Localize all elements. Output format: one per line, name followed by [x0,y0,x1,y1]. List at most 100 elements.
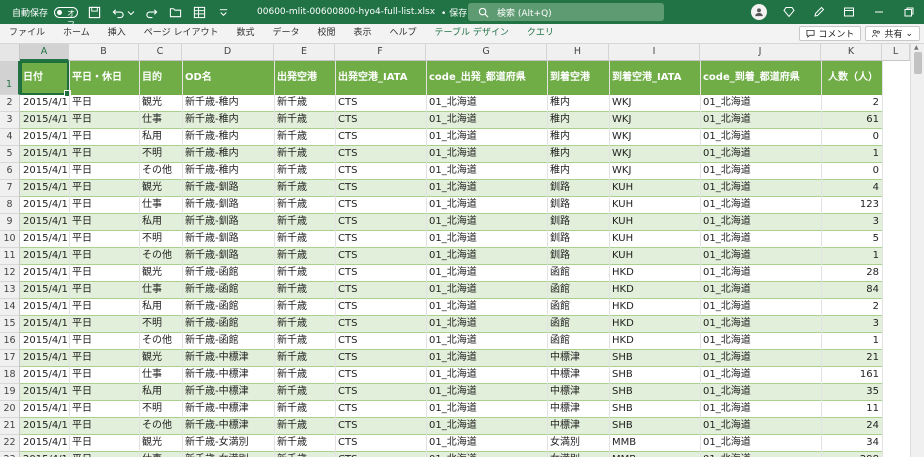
column-header-l[interactable]: L [882,44,910,61]
cell-date[interactable]: 2015/4/1 [20,435,69,452]
cell-arr-iata[interactable]: KUH [609,214,700,231]
cell-purpose[interactable]: その他 [139,333,182,350]
row-header-5[interactable]: 5 [0,146,20,163]
cell-od-name[interactable]: 新千歳-釧路 [182,214,274,231]
cell-arr-airport[interactable]: 稚内 [547,163,609,180]
cell-date[interactable]: 2015/4/1 [20,248,69,265]
column-header-h[interactable]: H [547,44,609,61]
cell-date[interactable]: 2015/4/1 [20,129,69,146]
cell-date[interactable]: 2015/4/1 [20,231,69,248]
comments-button[interactable]: コメント [799,26,862,41]
scroll-up-icon[interactable]: ▲ [914,44,919,51]
cell-dep-airport[interactable]: 新千歳 [274,265,335,282]
cell-dep-iata[interactable]: CTS [335,95,426,112]
cell-weekday[interactable]: 平日 [69,231,139,248]
cell-dep-pref[interactable]: 01_北海道 [426,435,547,452]
tab-data[interactable]: データ [263,24,308,44]
row-header-19[interactable]: 19 [0,384,20,401]
cell-purpose[interactable]: 私用 [139,384,182,401]
column-header-k[interactable]: K [821,44,882,61]
row-header-13[interactable]: 13 [0,282,20,299]
cell-arr-airport[interactable]: 函館 [547,282,609,299]
sheet-grid[interactable]: 日付 平日・休日 目的 OD名 出発空港 出発空港_IATA code_出発_都道府県 到着空… [20,61,910,457]
cell-arr-airport[interactable]: 釧路 [547,214,609,231]
cell-arr-iata[interactable]: HKD [609,316,700,333]
cell-dep-iata[interactable]: CTS [335,112,426,129]
cell-weekday[interactable]: 平日 [69,299,139,316]
row-header-8[interactable]: 8 [0,197,20,214]
cell-dep-iata[interactable]: CTS [335,163,426,180]
minimize-icon[interactable] [864,0,894,24]
cell-od-name[interactable]: 新千歳-稚内 [182,95,274,112]
cell-weekday[interactable]: 平日 [69,452,139,457]
cell-weekday[interactable]: 平日 [69,146,139,163]
cell-arr-pref[interactable]: 01_北海道 [700,95,821,112]
cell-purpose[interactable]: 不明 [139,401,182,418]
cell-dep-airport[interactable]: 新千歳 [274,129,335,146]
undo-icon[interactable] [110,4,126,20]
cell-od-name[interactable]: 新千歳-中標津 [182,350,274,367]
cell-weekday[interactable]: 平日 [69,112,139,129]
cell-purpose[interactable]: 不明 [139,316,182,333]
tab-insert[interactable]: 挿入 [99,24,135,44]
cell-arr-iata[interactable]: WKJ [609,95,700,112]
cell-dep-pref[interactable]: 01_北海道 [426,401,547,418]
cell-arr-iata[interactable]: HKD [609,333,700,350]
cell-purpose[interactable]: 観光 [139,180,182,197]
cell-arr-iata[interactable]: KUH [609,248,700,265]
cell-weekday[interactable]: 平日 [69,350,139,367]
cell-date[interactable]: 2015/4/1 [20,316,69,333]
cell-dep-pref[interactable]: 01_北海道 [426,452,547,457]
cell-date[interactable]: 2015/4/1 [20,265,69,282]
cell-date[interactable]: 2015/4/1 [20,180,69,197]
cell-arr-pref[interactable]: 01_北海道 [700,384,821,401]
tab-review[interactable]: 校閲 [308,24,344,44]
table-format-icon[interactable] [191,4,207,20]
cell-purpose[interactable]: 仕事 [139,282,182,299]
open-folder-icon[interactable] [167,4,183,20]
cell-arr-iata[interactable]: HKD [609,265,700,282]
cell-dep-airport[interactable]: 新千歳 [274,435,335,452]
cell-arr-iata[interactable]: HKD [609,299,700,316]
cell-weekday[interactable]: 平日 [69,282,139,299]
cell-date[interactable]: 2015/4/1 [20,333,69,350]
cell-dep-iata[interactable]: CTS [335,248,426,265]
cell-dep-airport[interactable]: 新千歳 [274,418,335,435]
tab-query[interactable]: クエリ [518,24,563,44]
cell-dep-airport[interactable]: 新千歳 [274,231,335,248]
cell-od-name[interactable]: 新千歳-釧路 [182,248,274,265]
cell-date[interactable]: 2015/4/1 [20,299,69,316]
cell-arr-airport[interactable]: 釧路 [547,248,609,265]
cell-date[interactable]: 2015/4/1 [20,452,69,457]
header-cell-arr-iata[interactable]: 到着空港_IATA [609,61,700,95]
cell-passengers[interactable]: 298 [821,452,882,457]
header-cell-dep-pref[interactable]: code_出発_都道府県 [426,61,547,95]
cell-date[interactable]: 2015/4/1 [20,197,69,214]
cell-dep-pref[interactable]: 01_北海道 [426,248,547,265]
autosave-control[interactable]: 自動保存 オフ [12,6,79,29]
cell-arr-iata[interactable]: SHB [609,350,700,367]
cell-passengers[interactable]: 0 [821,163,882,180]
cell-arr-pref[interactable]: 01_北海道 [700,214,821,231]
cell-passengers[interactable]: 21 [821,350,882,367]
cell-passengers[interactable]: 34 [821,435,882,452]
cell-arr-iata[interactable]: SHB [609,384,700,401]
cell-passengers[interactable]: 61 [821,112,882,129]
cell-arr-pref[interactable]: 01_北海道 [700,112,821,129]
cell-dep-iata[interactable]: CTS [335,401,426,418]
cell-arr-iata[interactable]: KUH [609,231,700,248]
ribbon-display-icon[interactable] [834,0,864,24]
cell-od-name[interactable]: 新千歳-中標津 [182,401,274,418]
cell-arr-airport[interactable]: 中標津 [547,367,609,384]
cell-dep-airport[interactable]: 新千歳 [274,112,335,129]
column-header-e[interactable]: E [274,44,335,61]
cell-passengers[interactable]: 1 [821,333,882,350]
cell-purpose[interactable]: 観光 [139,95,182,112]
cell-dep-airport[interactable]: 新千歳 [274,367,335,384]
row-header-20[interactable]: 20 [0,401,20,418]
tab-page-layout[interactable]: ページ レイアウト [135,24,228,44]
header-cell-dep-airport[interactable]: 出発空港 [274,61,335,95]
cell-dep-iata[interactable]: CTS [335,180,426,197]
cell-arr-airport[interactable]: 中標津 [547,401,609,418]
tab-file[interactable]: ファイル [0,24,54,44]
